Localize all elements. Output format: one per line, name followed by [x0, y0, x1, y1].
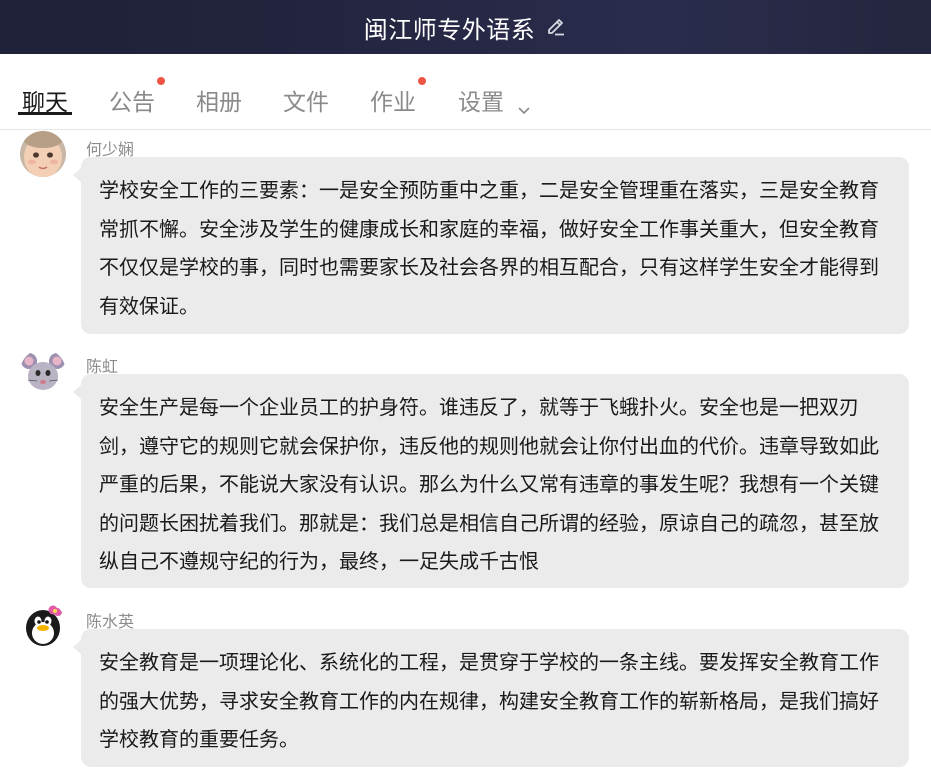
- tab-label: 相册: [196, 90, 242, 116]
- unread-badge: [418, 77, 426, 85]
- tab-label: 文件: [283, 90, 329, 116]
- tab-label: 公告: [109, 90, 155, 116]
- tab-homework[interactable]: 作业: [370, 77, 426, 117]
- tab-label: 作业: [370, 90, 416, 116]
- tab-bar: 聊天 公告 相册 文件 作业 设置: [0, 54, 931, 130]
- tab-label: 设置: [458, 90, 504, 116]
- unread-badge: [157, 77, 165, 85]
- pencil-icon[interactable]: [545, 16, 567, 38]
- group-title: 闽江师专外语系: [363, 15, 536, 44]
- tab-album[interactable]: 相册: [196, 83, 242, 117]
- message-bubble[interactable]: 安全生产是每一个企业员工的护身符。谁违反了，就等于飞蛾扑火。安全也是一把双刃剑，…: [73, 374, 909, 588]
- title-bar: 闽江师专外语系: [0, 0, 931, 54]
- penguin-avatar[interactable]: [20, 602, 66, 648]
- baby-face-avatar[interactable]: [20, 131, 66, 177]
- active-tab-indicator: [18, 112, 72, 115]
- tab-files[interactable]: 文件: [283, 83, 329, 117]
- chevron-down-icon: [517, 97, 531, 114]
- mouse-avatar[interactable]: [20, 349, 66, 395]
- message-bubble[interactable]: 安全教育是一项理论化、系统化的工程，是贯穿于学校的一条主线。要发挥安全教育工作的…: [73, 629, 909, 767]
- tab-settings[interactable]: 设置: [458, 83, 531, 117]
- tab-announcements[interactable]: 公告: [109, 77, 165, 117]
- message-bubble[interactable]: 学校安全工作的三要素：一是安全预防重中之重，二是安全管理重在落实，三是安全教育常…: [73, 157, 909, 334]
